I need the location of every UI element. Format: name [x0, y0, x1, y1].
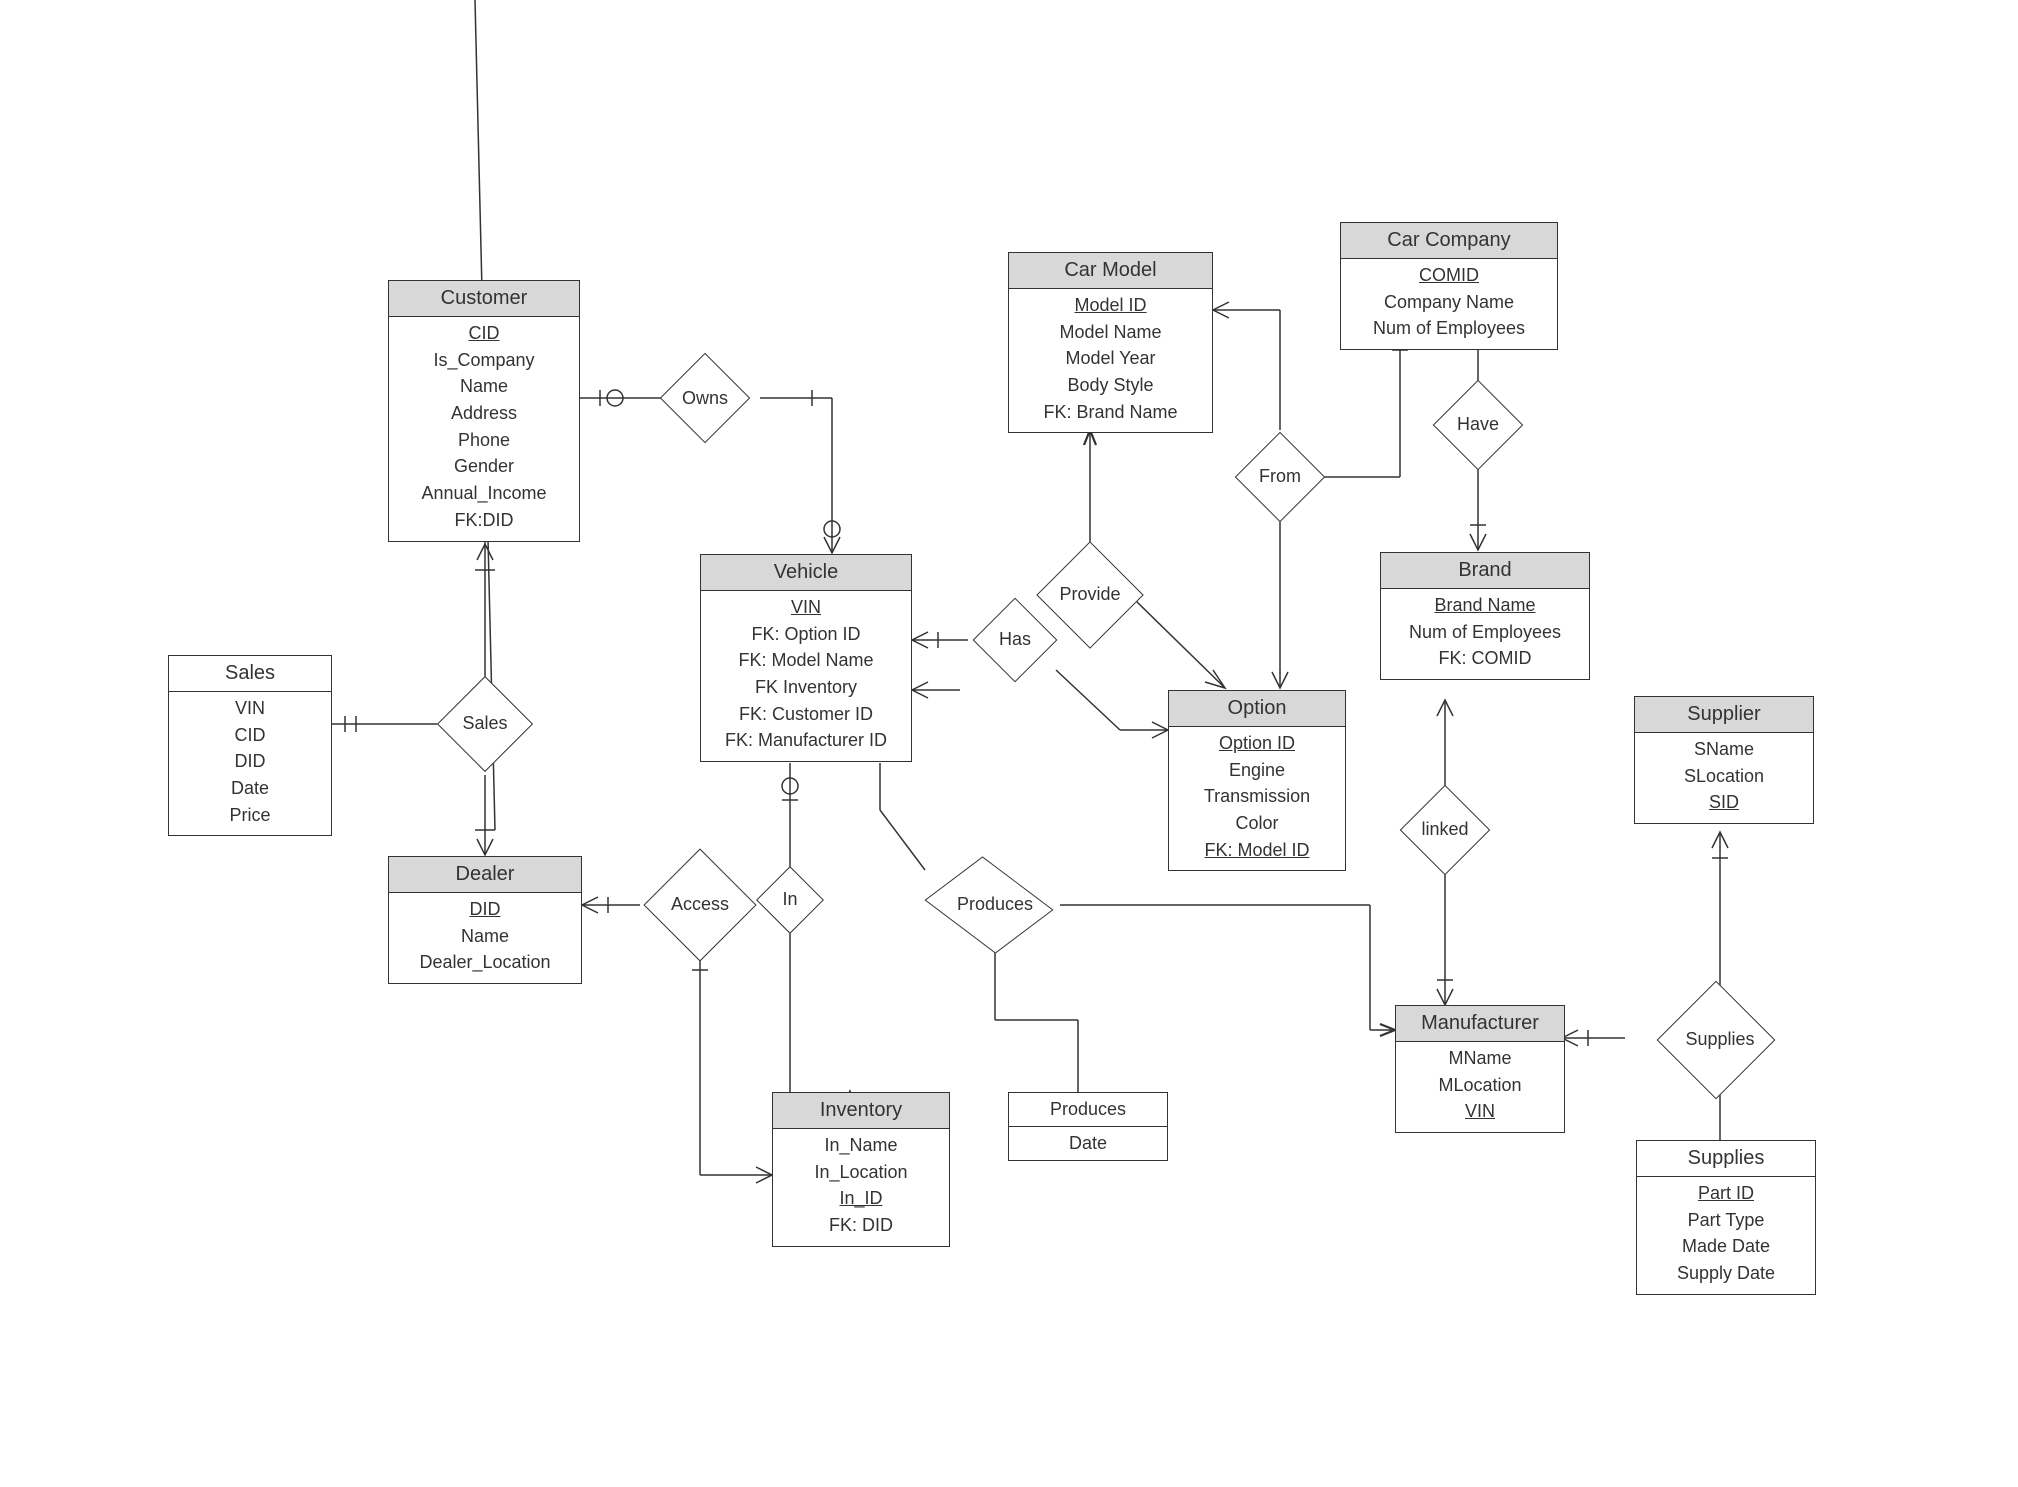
- entity-sales: Sales VIN CID DID Date Price: [168, 655, 332, 836]
- attr: Model Name: [1059, 322, 1161, 343]
- entity-title: Manufacturer: [1396, 1006, 1564, 1042]
- attr: CID: [235, 725, 266, 746]
- attr: Engine: [1229, 760, 1285, 781]
- entity-option: Option Option ID Engine Transmission Col…: [1168, 690, 1346, 871]
- attr: SName: [1694, 739, 1754, 760]
- attr: FK Inventory: [755, 677, 857, 698]
- attr: Made Date: [1682, 1236, 1770, 1257]
- attr: Price: [229, 805, 270, 826]
- entity-title: Car Company: [1341, 223, 1557, 259]
- attr: Address: [451, 403, 517, 424]
- attr: VIN: [1465, 1101, 1495, 1122]
- attr: FK:DID: [454, 510, 513, 531]
- attr: FK: Option ID: [751, 624, 860, 645]
- entity-title: Car Model: [1009, 253, 1212, 289]
- attr: DID: [235, 751, 266, 772]
- attr: MName: [1448, 1048, 1511, 1069]
- attr: Option ID: [1219, 733, 1295, 754]
- attr: SID: [1709, 792, 1739, 813]
- attr: FK: COMID: [1439, 648, 1532, 669]
- attr: Annual_Income: [421, 483, 546, 504]
- attr: DID: [470, 899, 501, 920]
- entity-car-model: Car Model Model ID Model Name Model Year…: [1008, 252, 1213, 433]
- attr: FK: Model Name: [738, 650, 873, 671]
- attr: FK: Customer ID: [739, 704, 873, 725]
- attr: FK: DID: [829, 1215, 893, 1236]
- attr: FK: Manufacturer ID: [725, 730, 887, 751]
- entity-title: Supplier: [1635, 697, 1813, 733]
- attr: SLocation: [1684, 766, 1764, 787]
- attr: In_ID: [839, 1188, 882, 1209]
- entity-manufacturer: Manufacturer MName MLocation VIN: [1395, 1005, 1565, 1133]
- entity-supplies: Supplies Part ID Part Type Made Date Sup…: [1636, 1140, 1816, 1295]
- entity-brand: Brand Brand Name Num of Employees FK: CO…: [1380, 552, 1590, 680]
- attr: Dealer_Location: [419, 952, 550, 973]
- attr: Transmission: [1204, 786, 1310, 807]
- er-diagram: Customer CID Is_Company Name Address Pho…: [0, 0, 2018, 1487]
- attr: FK: Brand Name: [1043, 402, 1177, 423]
- attr: Model ID: [1074, 295, 1146, 316]
- attr: Model Year: [1065, 348, 1155, 369]
- attr: Brand Name: [1434, 595, 1535, 616]
- entity-inventory: Inventory In_Name In_Location In_ID FK: …: [772, 1092, 950, 1247]
- entity-title: Inventory: [773, 1093, 949, 1129]
- attr: In_Location: [814, 1162, 907, 1183]
- attr: VIN: [235, 698, 265, 719]
- entity-title: Option: [1169, 691, 1345, 727]
- attr: Name: [461, 926, 509, 947]
- attr: Color: [1235, 813, 1278, 834]
- attr: VIN: [791, 597, 821, 618]
- rel-attr-row: Date: [1009, 1127, 1167, 1160]
- attr: Name: [460, 376, 508, 397]
- attr: Date: [231, 778, 269, 799]
- entity-customer: Customer CID Is_Company Name Address Pho…: [388, 280, 580, 542]
- entity-vehicle: Vehicle VIN FK: Option ID FK: Model Name…: [700, 554, 912, 762]
- entity-title: Vehicle: [701, 555, 911, 591]
- attr: MLocation: [1438, 1075, 1521, 1096]
- entity-car-company: Car Company COMID Company Name Num of Em…: [1340, 222, 1558, 350]
- attr: Num of Employees: [1373, 318, 1525, 339]
- attr: In_Name: [824, 1135, 897, 1156]
- attr: Company Name: [1384, 292, 1514, 313]
- rel-attr-produces: Produces Date: [1008, 1092, 1168, 1161]
- entity-title: Supplies: [1637, 1141, 1815, 1177]
- entity-title: Customer: [389, 281, 579, 317]
- rel-attr-title: Produces: [1009, 1093, 1167, 1127]
- attr: Part Type: [1688, 1210, 1765, 1231]
- entity-title: Sales: [169, 656, 331, 692]
- attr: Gender: [454, 456, 514, 477]
- attr: Part ID: [1698, 1183, 1754, 1204]
- attr: Phone: [458, 430, 510, 451]
- attr: Num of Employees: [1409, 622, 1561, 643]
- attr: Supply Date: [1677, 1263, 1775, 1284]
- entity-title: Dealer: [389, 857, 581, 893]
- attr: CID: [469, 323, 500, 344]
- attr: FK: Model ID: [1204, 840, 1309, 861]
- entity-title: Brand: [1381, 553, 1589, 589]
- entity-dealer: Dealer DID Name Dealer_Location: [388, 856, 582, 984]
- attr: Is_Company: [433, 350, 534, 371]
- attr: COMID: [1419, 265, 1479, 286]
- attr: Body Style: [1067, 375, 1153, 396]
- entity-supplier: Supplier SName SLocation SID: [1634, 696, 1814, 824]
